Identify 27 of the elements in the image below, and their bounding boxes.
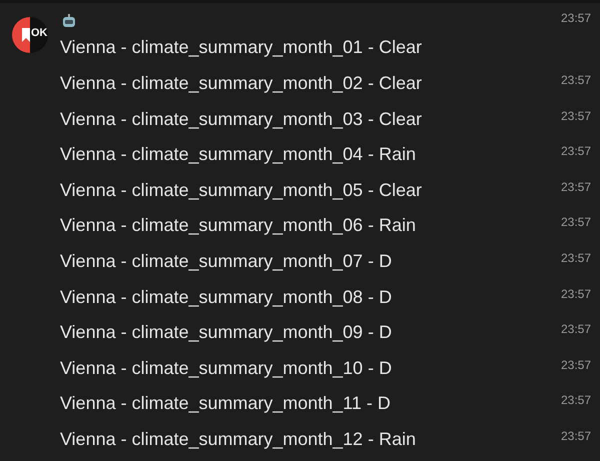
message-time: 23:57 xyxy=(560,72,591,89)
robot-icon xyxy=(62,14,76,28)
message-text: Vienna - climate_summary_month_12 - Rain xyxy=(60,428,416,450)
message-time: 23:57 xyxy=(560,321,591,338)
message-time: 23:57 xyxy=(560,392,591,410)
message-text: Vienna - climate_summary_month_08 - D xyxy=(60,286,392,308)
message-time: 23:57 xyxy=(560,428,591,445)
message-time: 23:57 xyxy=(560,10,591,28)
message-text: Vienna - climate_summary_month_11 - D xyxy=(60,392,390,414)
message-text: Vienna - climate_summary_month_06 - Rain xyxy=(60,214,416,236)
message-text: Vienna - climate_summary_month_09 - D xyxy=(60,321,392,344)
message-text: Vienna - climate_summary_month_07 - D xyxy=(60,250,392,272)
message-text: Vienna - climate_summary_month_01 - Clear xyxy=(60,36,422,58)
message-text: Vienna - climate_summary_month_04 - Rain xyxy=(60,143,416,166)
message-time: 23:57 xyxy=(560,250,591,267)
message-time: 23:57 xyxy=(560,143,591,160)
message-time: 23:57 xyxy=(560,286,591,303)
message-time: 23:57 xyxy=(560,214,591,232)
message-time: 23:57 xyxy=(560,178,591,196)
message-time: 23:57 xyxy=(560,356,591,374)
bookmark-icon xyxy=(22,28,30,42)
message-time: 23:57 xyxy=(560,108,591,125)
message-text: Vienna - climate_summary_month_05 - Clear xyxy=(60,178,422,201)
avatar-text: OK xyxy=(31,28,48,39)
message-text: Vienna - climate_summary_month_02 - Clear xyxy=(60,72,422,94)
message-text: Vienna - climate_summary_month_10 - D xyxy=(60,356,392,379)
message-text: Vienna - climate_summary_month_03 - Clear xyxy=(60,108,422,130)
